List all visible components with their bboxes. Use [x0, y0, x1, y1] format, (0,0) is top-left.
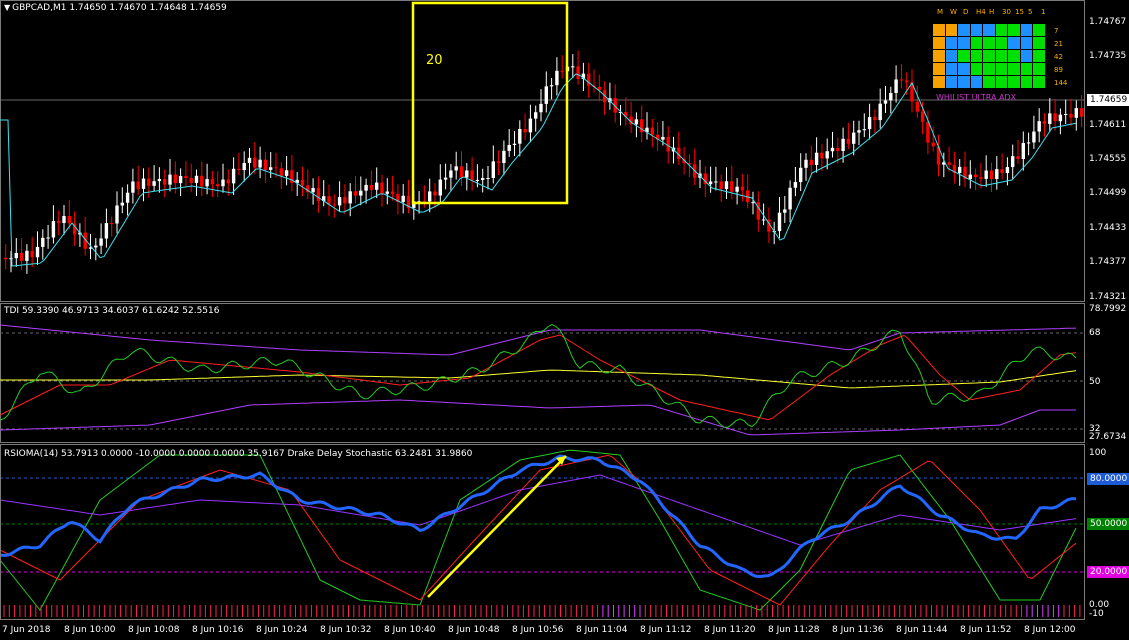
- tdi-tick: 27.6734: [1089, 432, 1127, 442]
- rsioma-title: RSIOMA(14) 53.7913 0.0000 -10.0000 0.000…: [4, 449, 473, 459]
- rsioma-axis: 100 0.00 -10: [1085, 444, 1129, 620]
- price-tick: 1.74767: [1089, 17, 1127, 27]
- time-tick: 8 Jun 11:36: [832, 625, 884, 635]
- time-tick: 8 Jun 10:16: [192, 625, 244, 635]
- time-tick: 8 Jun 10:32: [320, 625, 372, 635]
- time-tick: 7 Jun 2018: [2, 625, 51, 635]
- price-tick: 1.74377: [1089, 257, 1127, 267]
- tdi-tick: 50: [1089, 377, 1101, 387]
- time-tick: 8 Jun 12:00: [1024, 625, 1076, 635]
- time-tick: 8 Jun 10:00: [64, 625, 116, 635]
- level-50-tag: 50.0000: [1087, 518, 1129, 530]
- time-tick: 8 Jun 10:48: [448, 625, 500, 635]
- rsioma-tick: -10: [1089, 609, 1104, 619]
- time-tick: 8 Jun 11:28: [768, 625, 820, 635]
- time-tick: 8 Jun 11:44: [896, 625, 948, 635]
- tdi-rsi-line: [0, 324, 1077, 428]
- time-tick: 8 Jun 10:08: [128, 625, 180, 635]
- time-tick: 8 Jun 11:12: [640, 625, 692, 635]
- price-tick: 1.74735: [1089, 51, 1127, 61]
- price-tick: 1.74499: [1089, 188, 1127, 198]
- level-20-tag: 20.0000: [1087, 566, 1129, 578]
- time-tick: 8 Jun 10:24: [256, 625, 308, 635]
- rsioma-pane[interactable]: [0, 444, 1085, 620]
- time-tick: 8 Jun 11:20: [704, 625, 756, 635]
- time-tick: 8 Jun 10:40: [384, 625, 436, 635]
- price-tick: 1.74555: [1089, 154, 1127, 164]
- price-tick: 1.74611: [1089, 120, 1127, 130]
- tdi-midline: [0, 369, 1077, 389]
- level-80-tag: 80.0000: [1087, 473, 1129, 485]
- price-tick: 1.74433: [1089, 223, 1127, 233]
- tdi-tick: 78.7992: [1089, 304, 1127, 314]
- time-axis: 7 Jun 2018 8 Jun 10:00 8 Jun 10:08 8 Jun…: [0, 620, 1129, 640]
- rsioma-tick: 100: [1089, 448, 1107, 458]
- time-tick: 8 Jun 11:52: [960, 625, 1012, 635]
- price-tick: 1.74321: [1089, 292, 1127, 302]
- time-tick: 8 Jun 11:04: [576, 625, 628, 635]
- price-axis: 1.74767 1.74735 1.74611 1.74555 1.74499 …: [1085, 0, 1129, 302]
- tdi-lower-band: [0, 399, 1076, 436]
- tdi-axis: 78.7992 68 50 32 27.6734: [1085, 303, 1129, 443]
- time-tick: 8 Jun 10:56: [512, 625, 564, 635]
- current-price-tag: 1.74659: [1087, 94, 1129, 106]
- tdi-upper-band: [0, 324, 1077, 356]
- tdi-tick: 68: [1089, 328, 1101, 338]
